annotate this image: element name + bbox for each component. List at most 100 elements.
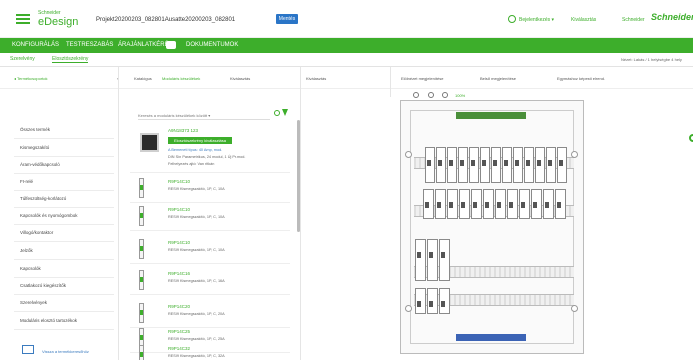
back-catalog-icon[interactable] <box>22 345 34 354</box>
breaker-module[interactable] <box>519 189 530 219</box>
breaker-module[interactable] <box>524 147 534 183</box>
logo-small: Schneider <box>622 17 645 23</box>
category-item[interactable]: FI-relé <box>20 179 33 184</box>
breaker-module[interactable] <box>546 147 556 183</box>
user-menu[interactable]: Bejelentkezés ▾ <box>519 17 554 23</box>
user-icon[interactable] <box>508 15 516 23</box>
subtab-assembly[interactable]: Szerelvény <box>10 56 35 62</box>
header-link[interactable]: Kiválasztás <box>571 17 596 23</box>
breaker-module[interactable] <box>535 147 545 183</box>
row-divider <box>130 294 290 295</box>
breaker-module[interactable] <box>480 147 490 183</box>
breaker-module[interactable] <box>555 189 566 219</box>
breaker-module[interactable] <box>423 189 434 219</box>
category-divider <box>14 311 114 312</box>
breaker-module[interactable] <box>502 147 512 183</box>
product-title[interactable]: A9N18373 123 <box>168 128 198 133</box>
back-catalog-link[interactable]: Vissza a termékkeresőhöz <box>42 349 89 354</box>
breaker-module[interactable] <box>458 147 468 183</box>
product-code[interactable]: R9P14C16 <box>168 271 190 276</box>
search-icon[interactable] <box>274 110 280 116</box>
tab-arrangement[interactable]: Egymáshoz képesti elrend. <box>557 76 605 81</box>
category-item[interactable]: Moduláris elosztó tartozékok <box>20 318 77 323</box>
breaker-module[interactable] <box>513 147 523 183</box>
breaker-module[interactable] <box>439 239 450 281</box>
breaker-thumbnail <box>136 303 149 323</box>
breaker-module[interactable] <box>531 189 542 219</box>
breaker-module[interactable] <box>469 147 479 183</box>
screw-icon <box>405 151 412 158</box>
category-item[interactable]: Kapcsolók <box>20 266 41 271</box>
tab-front-view[interactable]: Elölnézet megjelenítése <box>401 76 443 81</box>
terminal-block-bottom[interactable] <box>456 334 526 341</box>
breadcrumb-current: Kiválasztás <box>230 76 251 81</box>
breaker-module[interactable] <box>543 189 554 219</box>
back-link[interactable]: ◂ Termékcsoportok <box>14 76 48 81</box>
breaker-module[interactable] <box>471 189 482 219</box>
select-enclosure-button[interactable]: Elosztószekrény kiválasztása <box>168 137 232 144</box>
breaker-module[interactable] <box>427 239 438 281</box>
breaker-thumbnail <box>136 206 149 226</box>
breadcrumb-catalog[interactable]: Katalógus <box>134 76 152 81</box>
divider <box>118 67 119 360</box>
product-code[interactable]: R9P14C10 <box>168 240 190 245</box>
breaker-module[interactable] <box>447 147 457 183</box>
category-item[interactable]: Csatlakozó kiegészítők <box>20 283 66 288</box>
breaker-module[interactable] <box>427 288 438 314</box>
zoom-in-icon[interactable] <box>413 92 419 98</box>
breaker-module[interactable] <box>491 147 501 183</box>
breaker-module[interactable] <box>495 189 506 219</box>
nav-configure[interactable]: Konfigurálás <box>12 42 59 48</box>
category-item[interactable]: Összes termék <box>20 127 50 132</box>
breaker-thumbnail <box>136 345 149 360</box>
breaker-module[interactable] <box>435 189 446 219</box>
breaker-module[interactable] <box>507 189 518 219</box>
zoom-fit-icon[interactable] <box>442 92 448 98</box>
product-code[interactable]: R9P14C10 <box>168 207 190 212</box>
tab-inner-view[interactable]: Belső megjelenítése <box>480 76 516 81</box>
row-divider <box>130 202 290 203</box>
save-button[interactable]: Mentés <box>276 14 298 24</box>
category-divider <box>14 173 114 174</box>
category-item[interactable]: Áram-védőkapcsoló <box>20 162 60 167</box>
zoom-level: 100% <box>455 93 466 98</box>
breaker-module[interactable] <box>459 189 470 219</box>
category-item[interactable]: Szerelvények <box>20 300 47 305</box>
filter-icon[interactable] <box>282 109 288 116</box>
menu-icon[interactable] <box>16 14 30 24</box>
row-divider <box>130 230 290 231</box>
category-item[interactable]: Kapcsolók és nyomógombok <box>20 213 78 218</box>
nav-customize[interactable]: Testreszabás <box>66 42 113 48</box>
nav-documents[interactable]: Dokumentumok <box>186 42 238 48</box>
category-item[interactable]: Kismegszakító <box>20 145 49 150</box>
product-code[interactable]: R9P14C10 <box>168 179 190 184</box>
search-input[interactable]: Keresés a moduláris készülékek között ▾ <box>138 111 270 120</box>
main-nav: Konfigurálás Testreszabás Árajánlatkérés… <box>0 38 693 53</box>
terminal-block-top[interactable] <box>456 112 526 119</box>
category-item[interactable]: Jelzők <box>20 248 33 253</box>
breaker-module[interactable] <box>439 288 450 314</box>
breaker-module[interactable] <box>483 189 494 219</box>
project-name[interactable]: Projekt20200203_082801Ausatte20200203_08… <box>96 17 235 23</box>
breaker-module[interactable] <box>557 147 567 183</box>
add-icon[interactable] <box>689 134 693 142</box>
product-code[interactable]: R9P14C25 <box>168 329 190 334</box>
category-divider <box>14 207 114 208</box>
breaker-module[interactable] <box>425 147 435 183</box>
product-detail: Felhelyezés ajtó: Van ritkán <box>168 162 215 166</box>
breaker-module[interactable] <box>447 189 458 219</box>
breaker-module[interactable] <box>436 147 446 183</box>
subtab-enclosure[interactable]: Elosztószekrény <box>52 56 89 63</box>
product-detail: A Bemeneti típus: 40 Amp, mod. <box>168 148 223 152</box>
product-description: RESI9 Kismegszakító, 1P, C, 20A <box>168 312 225 316</box>
category-item[interactable]: Villogó/kontaktor <box>20 230 53 235</box>
row-divider <box>130 352 290 353</box>
breadcrumb-modular[interactable]: Moduláris készülékek <box>162 76 200 81</box>
breaker-module[interactable] <box>415 239 426 281</box>
nav-quote[interactable]: Árajánlatkérés <box>118 42 173 48</box>
product-code[interactable]: R9P14C32 <box>168 346 190 351</box>
product-code[interactable]: R9P14C20 <box>168 304 190 309</box>
category-item[interactable]: Túlfeszültség-korlátozó <box>20 196 66 201</box>
zoom-out-icon[interactable] <box>428 92 434 98</box>
breaker-module[interactable] <box>415 288 426 314</box>
